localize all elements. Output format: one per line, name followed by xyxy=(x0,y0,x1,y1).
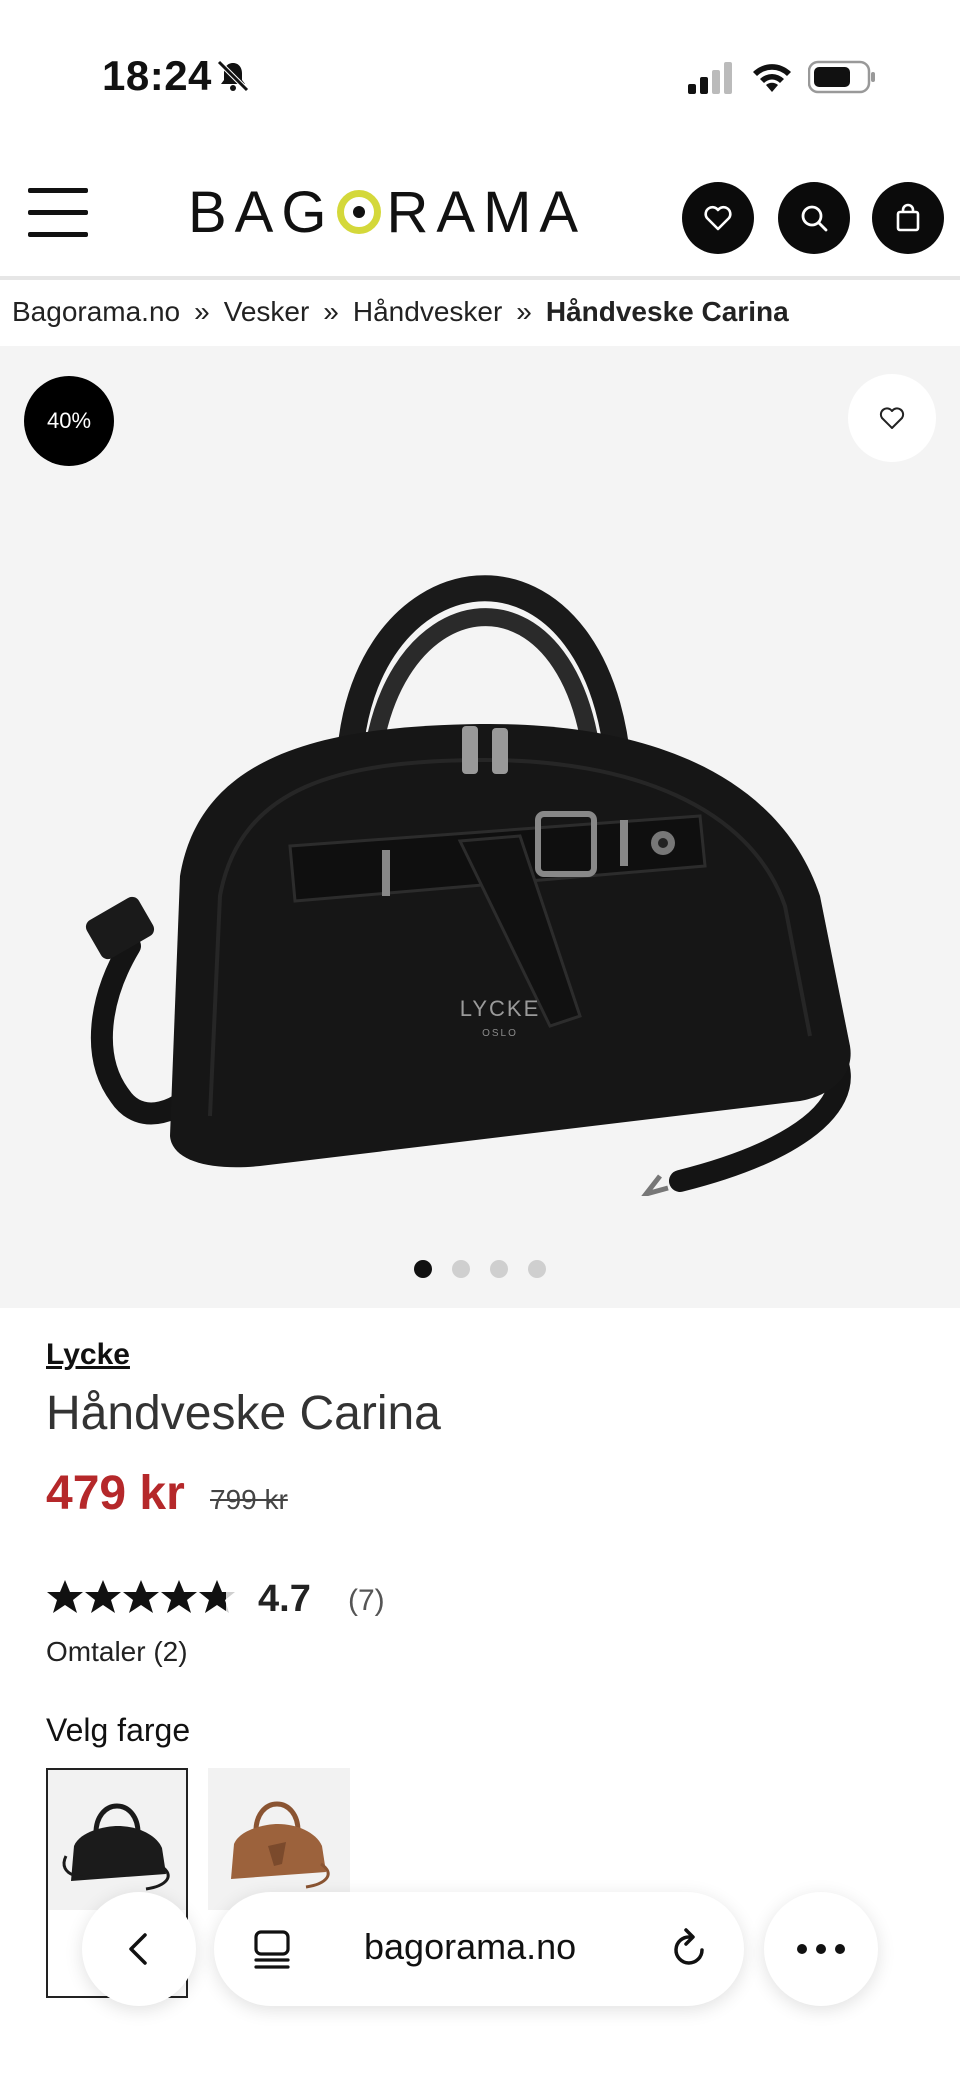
battery-icon xyxy=(808,60,875,94)
heart-icon xyxy=(704,205,732,231)
gallery-dot[interactable] xyxy=(490,1260,508,1278)
star-icon xyxy=(47,1580,83,1613)
breadcrumb-item-home[interactable]: Bagorama.no xyxy=(12,296,180,328)
url-text[interactable]: bagorama.no xyxy=(364,1926,576,1968)
brand-link[interactable]: Lycke xyxy=(46,1338,130,1372)
tabs-icon[interactable] xyxy=(252,1928,294,1970)
gallery-dot[interactable] xyxy=(528,1260,546,1278)
browser-address-bar[interactable]: bagorama.no xyxy=(214,1892,744,2006)
bag-logo-subtext: OSLO xyxy=(482,1028,518,1039)
hamburger-icon[interactable] xyxy=(28,188,88,238)
bag-logo-text: LYCKE xyxy=(460,996,541,1021)
gallery-pagination xyxy=(0,1260,960,1278)
reload-icon[interactable] xyxy=(668,1926,712,1972)
cellular-signal-icon xyxy=(688,62,732,94)
product-gallery[interactable]: 40% LYCKE OSLO xyxy=(0,346,960,1308)
discount-badge: 40% xyxy=(24,376,114,466)
star-icon xyxy=(161,1580,197,1613)
color-swatch-brown[interactable] xyxy=(208,1768,350,1910)
reviews-link[interactable]: Omtaler (2) xyxy=(46,1636,188,1668)
cart-button[interactable] xyxy=(872,182,944,254)
status-time: 18:24 xyxy=(102,52,212,99)
search-button[interactable] xyxy=(778,182,850,254)
star-icon xyxy=(85,1580,121,1613)
heart-icon xyxy=(879,407,905,429)
swatch-image-black xyxy=(62,1803,170,1891)
breadcrumb-separator: » xyxy=(323,296,339,327)
original-price: 799 kr xyxy=(210,1484,288,1515)
rating-value: 4.7 xyxy=(258,1578,311,1620)
star-icon xyxy=(123,1580,159,1613)
search-icon xyxy=(801,205,828,232)
breadcrumb-item-handvesker[interactable]: Håndvesker xyxy=(353,296,502,328)
rating-count: (7) xyxy=(348,1584,385,1617)
site-header: BAG RAMA xyxy=(0,150,960,280)
browser-back-button[interactable] xyxy=(82,1892,196,2006)
shopping-bag-icon xyxy=(896,203,920,232)
breadcrumb-separator: » xyxy=(194,296,210,327)
wifi-icon xyxy=(753,64,791,92)
add-to-favorites-button[interactable] xyxy=(848,374,936,462)
browser-more-button[interactable] xyxy=(764,1892,878,2006)
rating-stars xyxy=(47,1580,235,1613)
chevron-left-icon xyxy=(129,1933,147,1965)
bell-muted-icon xyxy=(217,60,249,92)
gallery-dot[interactable] xyxy=(452,1260,470,1278)
site-logo[interactable]: BAG RAMA xyxy=(188,180,586,245)
wishlist-button[interactable] xyxy=(682,182,754,254)
logo-o-mark xyxy=(336,190,381,234)
breadcrumb-separator: » xyxy=(516,296,532,327)
current-price: 479 kr xyxy=(46,1467,185,1520)
breadcrumb-item-vesker[interactable]: Vesker xyxy=(224,296,310,328)
breadcrumb: Bagorama.no » Vesker » Håndvesker » Hånd… xyxy=(12,292,789,332)
gallery-dot[interactable] xyxy=(414,1260,432,1278)
breadcrumb-item-current: Håndveske Carina xyxy=(545,296,789,327)
star-half-icon xyxy=(199,1580,226,1613)
status-bar: 18:24 xyxy=(0,0,960,150)
color-picker-label: Velg farge xyxy=(46,1712,191,1748)
more-icon xyxy=(797,1944,845,1954)
swatch-image-brown xyxy=(231,1801,330,1889)
product-title: Håndveske Carina xyxy=(46,1387,441,1440)
product-image: LYCKE OSLO xyxy=(85,575,851,1196)
